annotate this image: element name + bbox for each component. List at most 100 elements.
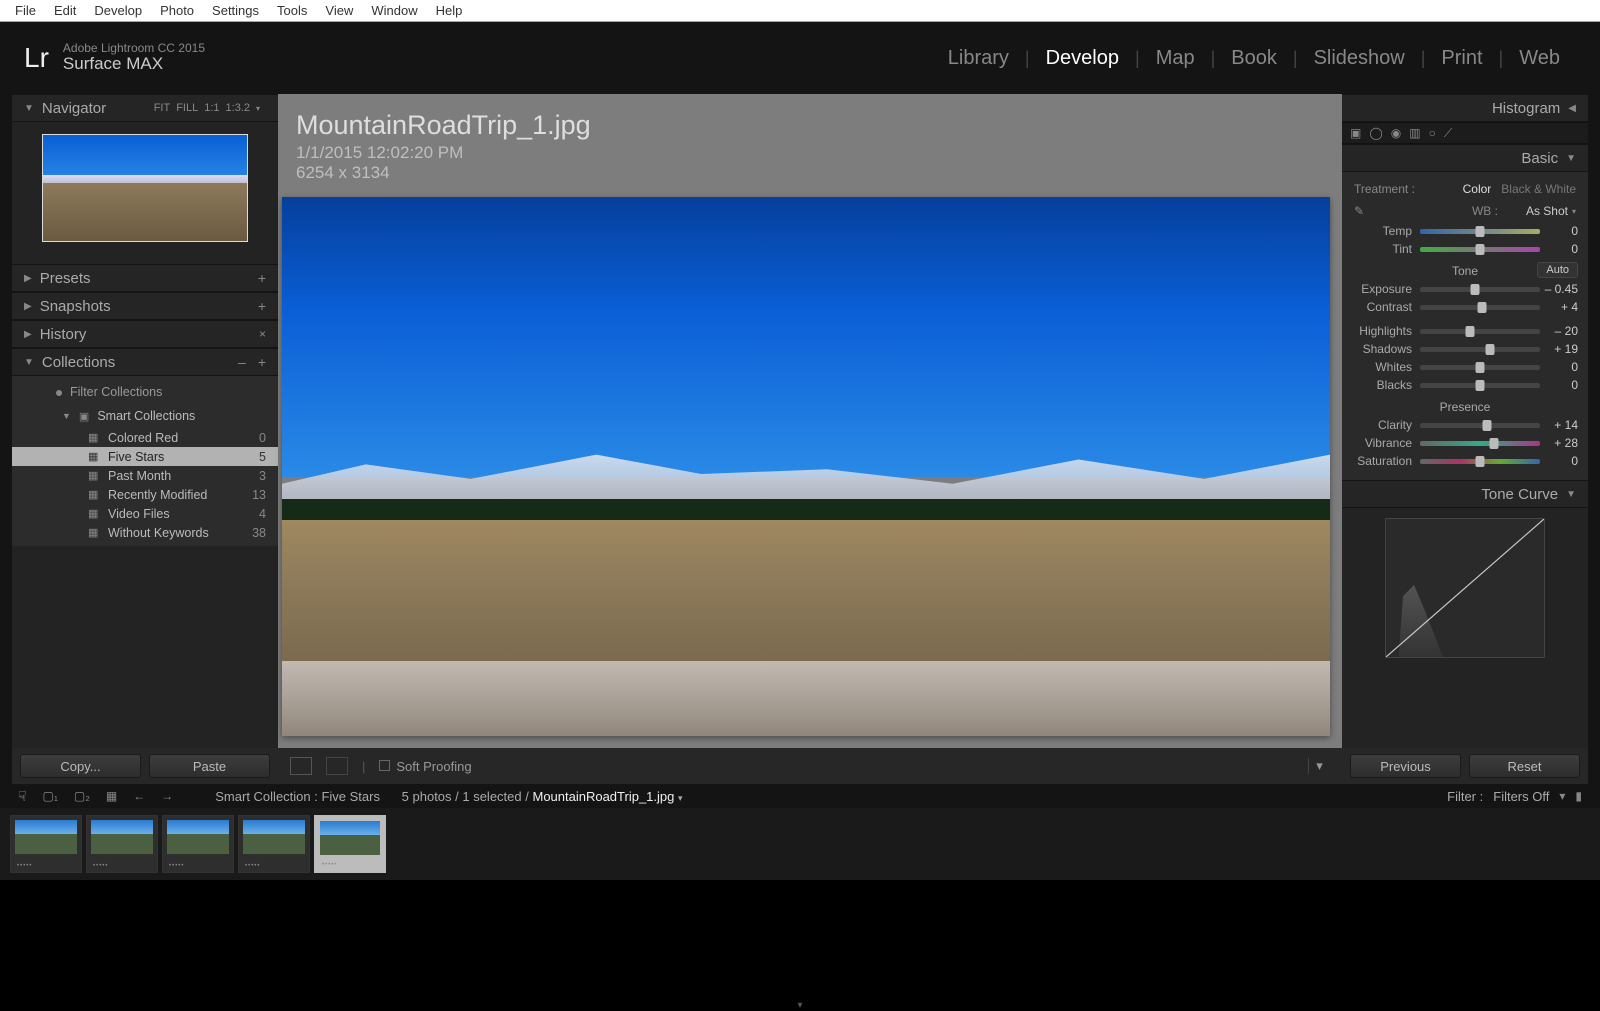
- toolbar-dropdown[interactable]: ▾: [1308, 758, 1330, 774]
- slider-vibrance[interactable]: Vibrance+ 28: [1352, 434, 1578, 452]
- slider-value[interactable]: 0: [1540, 360, 1578, 374]
- slider-clarity[interactable]: Clarity+ 14: [1352, 416, 1578, 434]
- filmstrip-thumb[interactable]: •••••: [162, 815, 234, 873]
- slider-track[interactable]: [1420, 383, 1540, 388]
- tonecurve-header[interactable]: Tone Curve ▼: [1342, 480, 1588, 508]
- slider-value[interactable]: 0: [1540, 378, 1578, 392]
- slider-track[interactable]: [1420, 247, 1540, 252]
- loupe-view-button[interactable]: [290, 757, 312, 775]
- filter-collections-input[interactable]: Filter Collections: [12, 380, 278, 404]
- collection-item[interactable]: ▦Past Month3: [12, 466, 278, 485]
- slider-handle[interactable]: [1476, 244, 1485, 255]
- softproof-toggle[interactable]: Soft Proofing: [379, 759, 471, 774]
- treatment-color[interactable]: Color: [1453, 182, 1502, 196]
- snapshots-header[interactable]: ▶ Snapshots +: [12, 292, 278, 320]
- brush-tool-icon[interactable]: ⟋: [1444, 126, 1452, 141]
- slider-value[interactable]: 0: [1540, 224, 1578, 238]
- previous-button[interactable]: Previous: [1350, 754, 1461, 778]
- eyedropper-icon[interactable]: ✎: [1354, 204, 1364, 218]
- slider-handle[interactable]: [1485, 344, 1494, 355]
- menu-view[interactable]: View: [316, 1, 362, 20]
- slider-whites[interactable]: Whites0: [1352, 358, 1578, 376]
- filter-dropdown-icon[interactable]: ▾: [1559, 789, 1565, 803]
- slider-handle[interactable]: [1490, 438, 1499, 449]
- auto-tone-button[interactable]: Auto: [1537, 262, 1578, 278]
- history-header[interactable]: ▶ History ×: [12, 320, 278, 348]
- clear-history-button[interactable]: ×: [259, 327, 266, 341]
- filmstrip-thumb[interactable]: •••••: [238, 815, 310, 873]
- menu-settings[interactable]: Settings: [203, 1, 268, 20]
- slider-handle[interactable]: [1483, 420, 1492, 431]
- module-library[interactable]: Library: [932, 47, 1025, 70]
- slider-contrast[interactable]: Contrast+ 4: [1352, 298, 1578, 316]
- grad-tool-icon[interactable]: ▥: [1409, 126, 1420, 140]
- left-edge-expand[interactable]: [0, 94, 12, 784]
- filter-lock-icon[interactable]: ▮: [1575, 789, 1582, 803]
- navigator-thumbnail[interactable]: [42, 134, 248, 242]
- presets-header[interactable]: ▶ Presets +: [12, 264, 278, 292]
- slider-value[interactable]: + 28: [1540, 436, 1578, 450]
- secondary-display-icon[interactable]: ▢₂: [74, 789, 90, 803]
- chevron-down-icon[interactable]: ▾: [1572, 207, 1576, 216]
- filmstrip[interactable]: ••••••••••••••••••••••••• ▾: [0, 808, 1600, 880]
- nav-fill[interactable]: FILL: [176, 102, 198, 114]
- slider-track[interactable]: [1420, 347, 1540, 352]
- slider-shadows[interactable]: Shadows+ 19: [1352, 340, 1578, 358]
- menu-tools[interactable]: Tools: [268, 1, 316, 20]
- slider-handle[interactable]: [1476, 380, 1485, 391]
- main-image[interactable]: [282, 197, 1330, 736]
- collection-item[interactable]: ▦Video Files4: [12, 504, 278, 523]
- chevron-down-icon[interactable]: ▾: [797, 1000, 802, 1011]
- slider-saturation[interactable]: Saturation0: [1352, 452, 1578, 470]
- slider-exposure[interactable]: Exposure– 0.45: [1352, 280, 1578, 298]
- reset-button[interactable]: Reset: [1469, 754, 1580, 778]
- add-preset-button[interactable]: +: [252, 270, 266, 286]
- hand-icon[interactable]: ☟: [18, 788, 27, 805]
- slider-track[interactable]: [1420, 329, 1540, 334]
- histogram-header[interactable]: Histogram ◀: [1342, 94, 1588, 122]
- paste-button[interactable]: Paste: [149, 754, 270, 778]
- wb-preset[interactable]: As Shot: [1526, 204, 1568, 218]
- slider-value[interactable]: – 0.45: [1540, 282, 1578, 296]
- slider-handle[interactable]: [1478, 302, 1487, 313]
- slider-track[interactable]: [1420, 365, 1540, 370]
- slider-track[interactable]: [1420, 305, 1540, 310]
- slider-track[interactable]: [1420, 229, 1540, 234]
- slider-handle[interactable]: [1476, 456, 1485, 467]
- navigator-header[interactable]: ▼ Navigator FIT FILL 1:1 1:3.2 ▾: [12, 94, 278, 122]
- slider-value[interactable]: + 14: [1540, 418, 1578, 432]
- collection-item[interactable]: ▦Recently Modified13: [12, 485, 278, 504]
- collection-item[interactable]: ▦Colored Red0: [12, 428, 278, 447]
- module-map[interactable]: Map: [1140, 47, 1211, 70]
- slider-value[interactable]: + 4: [1540, 300, 1578, 314]
- smart-collections-group[interactable]: ▼ ▣ Smart Collections: [12, 404, 278, 428]
- primary-display-icon[interactable]: ▢₁: [43, 789, 58, 803]
- slider-track[interactable]: [1420, 423, 1540, 428]
- menu-photo[interactable]: Photo: [151, 1, 203, 20]
- right-edge-expand[interactable]: [1588, 94, 1600, 784]
- menu-edit[interactable]: Edit: [45, 1, 85, 20]
- collection-item[interactable]: ▦Five Stars5: [12, 447, 278, 466]
- spot-tool-icon[interactable]: ◯: [1369, 126, 1382, 140]
- slider-handle[interactable]: [1471, 284, 1480, 295]
- chevron-down-icon[interactable]: ▾: [256, 104, 260, 113]
- module-book[interactable]: Book: [1215, 47, 1293, 70]
- module-slideshow[interactable]: Slideshow: [1298, 47, 1421, 70]
- filmstrip-thumb[interactable]: •••••: [10, 815, 82, 873]
- slider-value[interactable]: + 19: [1540, 342, 1578, 356]
- remove-collection-button[interactable]: –: [232, 354, 246, 370]
- radial-tool-icon[interactable]: ○: [1429, 126, 1436, 140]
- slider-value[interactable]: – 20: [1540, 324, 1578, 338]
- filter-value[interactable]: Filters Off: [1493, 789, 1549, 804]
- collection-item[interactable]: ▦Without Keywords38: [12, 523, 278, 542]
- redeye-tool-icon[interactable]: ◉: [1391, 126, 1401, 140]
- treatment-bw[interactable]: Black & White: [1501, 182, 1576, 196]
- slider-highlights[interactable]: Highlights– 20: [1352, 322, 1578, 340]
- slider-handle[interactable]: [1476, 226, 1485, 237]
- nav-fit[interactable]: FIT: [154, 102, 171, 114]
- compare-view-button[interactable]: [326, 757, 348, 775]
- module-develop[interactable]: Develop: [1030, 47, 1135, 70]
- menu-file[interactable]: File: [6, 1, 45, 20]
- menu-help[interactable]: Help: [427, 1, 472, 20]
- copy-button[interactable]: Copy...: [20, 754, 141, 778]
